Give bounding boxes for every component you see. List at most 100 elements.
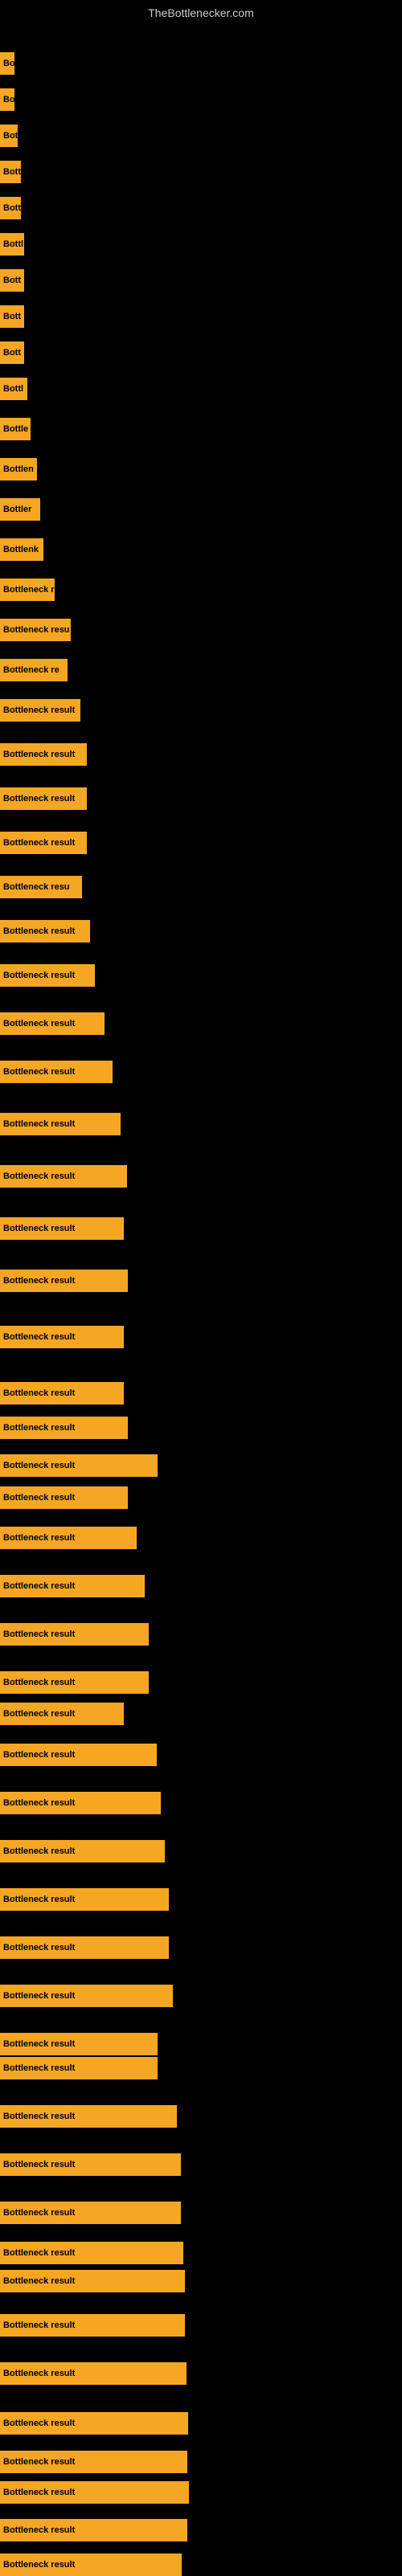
bar-label-18: Bottleneck result	[3, 705, 75, 715]
bar-10: Bottl	[0, 378, 27, 400]
bar-label-40: Bottleneck result	[3, 1709, 75, 1719]
bar-row-17: Bottleneck re	[0, 659, 68, 681]
bar-label-42: Bottleneck result	[3, 1798, 75, 1808]
bar-5: Bott	[0, 197, 21, 219]
bar-28: Bottleneck result	[0, 1165, 127, 1188]
bar-label-51: Bottleneck result	[3, 2208, 75, 2218]
bar-row-11: Bottle	[0, 418, 31, 440]
bar-4: Bott	[0, 161, 21, 183]
bar-label-3: Bot	[3, 131, 18, 141]
bar-16: Bottleneck resu	[0, 619, 71, 641]
bar-label-60: Bottleneck result	[3, 2560, 75, 2570]
bar-row-37: Bottleneck result	[0, 1575, 145, 1597]
bar-55: Bottleneck result	[0, 2362, 187, 2385]
bar-row-9: Bott	[0, 341, 24, 364]
bar-row-46: Bottleneck result	[0, 1985, 173, 2007]
bar-18: Bottleneck result	[0, 699, 80, 722]
bar-12: Bottlen	[0, 458, 37, 480]
bar-row-34: Bottleneck result	[0, 1454, 158, 1477]
bar-label-20: Bottleneck result	[3, 794, 75, 803]
bar-label-14: Bottlenk	[3, 545, 39, 554]
bar-56: Bottleneck result	[0, 2412, 188, 2435]
bar-row-28: Bottleneck result	[0, 1165, 127, 1188]
bar-15: Bottleneck r	[0, 579, 55, 601]
bar-label-24: Bottleneck result	[3, 971, 75, 980]
bar-13: Bottler	[0, 498, 40, 521]
bar-35: Bottleneck result	[0, 1486, 128, 1509]
bar-label-27: Bottleneck result	[3, 1119, 75, 1129]
bar-8: Bott	[0, 305, 24, 328]
bar-label-43: Bottleneck result	[3, 1846, 75, 1856]
bar-row-31: Bottleneck result	[0, 1326, 124, 1348]
bars-container: BoBoBotBottBottBottlBottBottBottBottlBot…	[0, 24, 402, 2571]
bar-label-16: Bottleneck resu	[3, 625, 70, 635]
bar-label-38: Bottleneck result	[3, 1629, 75, 1639]
bar-row-40: Bottleneck result	[0, 1703, 124, 1725]
bar-label-37: Bottleneck result	[3, 1581, 75, 1591]
bar-label-48: Bottleneck result	[3, 2063, 75, 2073]
bar-20: Bottleneck result	[0, 787, 87, 810]
bar-label-10: Bottl	[3, 384, 23, 394]
bar-label-54: Bottleneck result	[3, 2320, 75, 2330]
bar-58: Bottleneck result	[0, 2481, 189, 2504]
bar-label-28: Bottleneck result	[3, 1171, 75, 1181]
bar-45: Bottleneck result	[0, 1936, 169, 1959]
bar-36: Bottleneck result	[0, 1527, 137, 1549]
bar-27: Bottleneck result	[0, 1113, 121, 1135]
bar-label-7: Bott	[3, 276, 21, 285]
bar-34: Bottleneck result	[0, 1454, 158, 1477]
bar-row-22: Bottleneck resu	[0, 876, 82, 898]
bar-row-44: Bottleneck result	[0, 1888, 169, 1911]
bar-row-26: Bottleneck result	[0, 1061, 113, 1083]
bar-row-35: Bottleneck result	[0, 1486, 128, 1509]
bar-label-29: Bottleneck result	[3, 1224, 75, 1233]
bar-label-56: Bottleneck result	[3, 2419, 75, 2428]
bar-label-34: Bottleneck result	[3, 1461, 75, 1470]
bar-57: Bottleneck result	[0, 2451, 187, 2473]
bar-row-52: Bottleneck result	[0, 2242, 183, 2264]
bar-1: Bo	[0, 52, 14, 75]
bar-label-19: Bottleneck result	[3, 750, 75, 759]
bar-30: Bottleneck result	[0, 1270, 128, 1292]
bar-50: Bottleneck result	[0, 2153, 181, 2176]
bar-label-33: Bottleneck result	[3, 1423, 75, 1433]
bar-label-45: Bottleneck result	[3, 1943, 75, 1952]
bar-59: Bottleneck result	[0, 2519, 187, 2541]
bar-row-4: Bott	[0, 161, 21, 183]
bar-label-53: Bottleneck result	[3, 2276, 75, 2286]
bar-21: Bottleneck result	[0, 832, 87, 854]
bar-31: Bottleneck result	[0, 1326, 124, 1348]
bar-row-21: Bottleneck result	[0, 832, 87, 854]
bar-label-58: Bottleneck result	[3, 2488, 75, 2497]
bar-label-49: Bottleneck result	[3, 2112, 75, 2121]
bar-row-38: Bottleneck result	[0, 1623, 149, 1646]
bar-row-29: Bottleneck result	[0, 1217, 124, 1240]
bar-row-30: Bottleneck result	[0, 1270, 128, 1292]
bar-label-39: Bottleneck result	[3, 1678, 75, 1687]
bar-row-6: Bottl	[0, 233, 24, 256]
bar-60: Bottleneck result	[0, 2554, 182, 2576]
bar-row-8: Bott	[0, 305, 24, 328]
bar-46: Bottleneck result	[0, 1985, 173, 2007]
bar-40: Bottleneck result	[0, 1703, 124, 1725]
bar-3: Bot	[0, 125, 18, 147]
bar-9: Bott	[0, 341, 24, 364]
bar-48: Bottleneck result	[0, 2057, 158, 2079]
bar-row-55: Bottleneck result	[0, 2362, 187, 2385]
bar-22: Bottleneck resu	[0, 876, 82, 898]
bar-label-26: Bottleneck result	[3, 1067, 75, 1077]
bar-row-51: Bottleneck result	[0, 2202, 181, 2224]
bar-label-25: Bottleneck result	[3, 1019, 75, 1028]
bar-label-9: Bott	[3, 348, 21, 358]
bar-row-32: Bottleneck result	[0, 1382, 124, 1405]
bar-row-41: Bottleneck result	[0, 1744, 157, 1766]
bar-39: Bottleneck result	[0, 1671, 149, 1694]
bar-row-14: Bottlenk	[0, 538, 43, 561]
bar-44: Bottleneck result	[0, 1888, 169, 1911]
bar-25: Bottleneck result	[0, 1012, 105, 1035]
bar-32: Bottleneck result	[0, 1382, 124, 1405]
bar-7: Bott	[0, 269, 24, 292]
bar-29: Bottleneck result	[0, 1217, 124, 1240]
bar-47: Bottleneck result	[0, 2033, 158, 2055]
bar-label-32: Bottleneck result	[3, 1388, 75, 1398]
